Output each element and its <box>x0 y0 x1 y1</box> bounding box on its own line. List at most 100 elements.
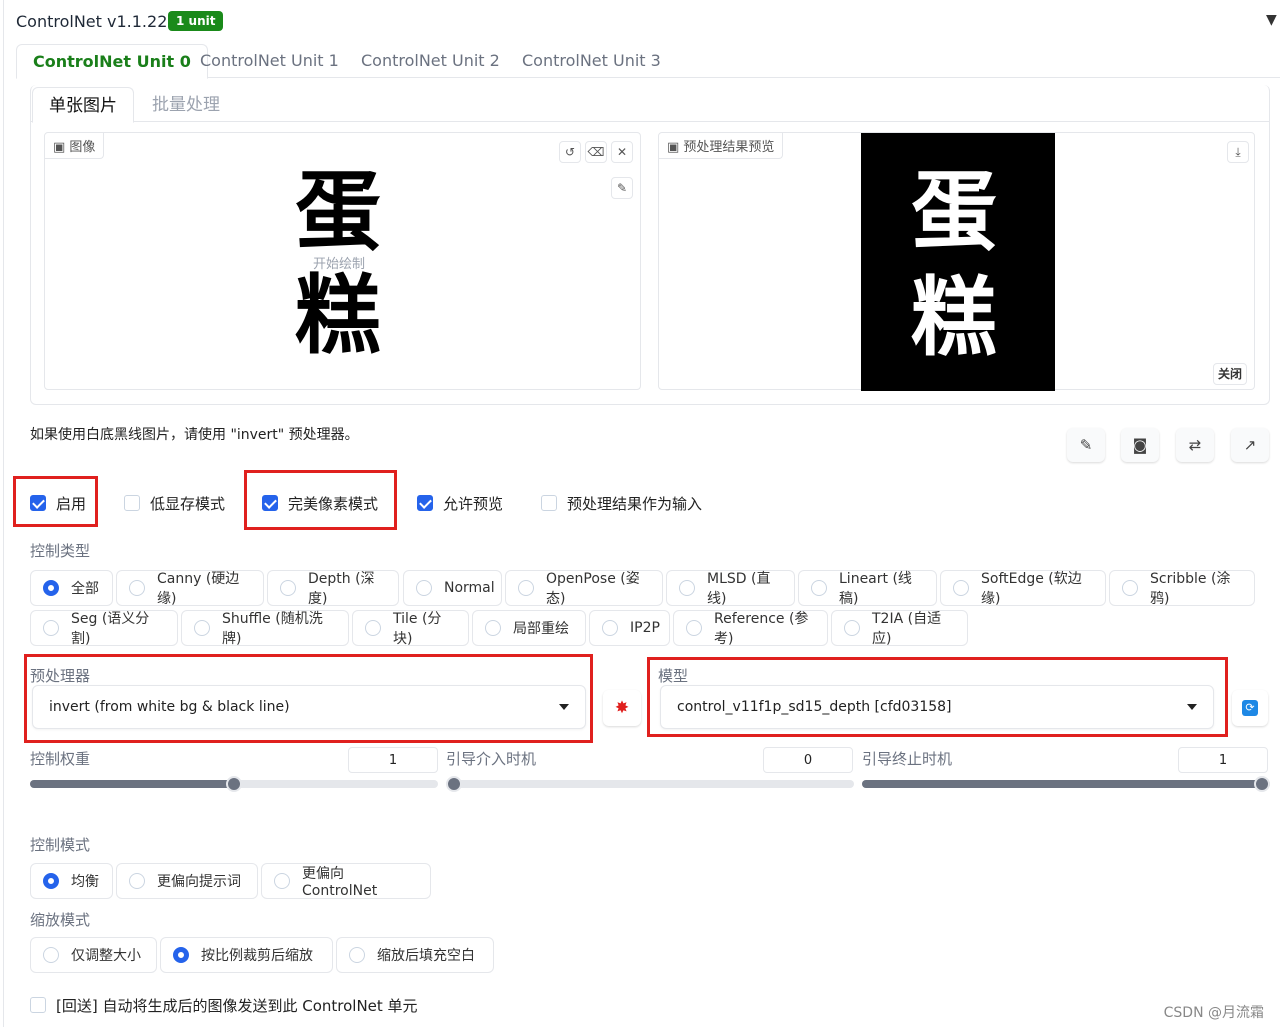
radio-dot[interactable] <box>811 580 827 596</box>
tab-unit-1[interactable]: ControlNet Unit 1 <box>184 44 355 79</box>
control-type-tile[interactable]: Tile (分块) <box>352 610 469 647</box>
radio-dot[interactable] <box>43 873 59 889</box>
radio-label: 缩放后填充空白 <box>377 948 475 964</box>
checkbox-mark[interactable] <box>417 495 433 511</box>
low-vram-checkbox[interactable]: 低显存模式 <box>124 493 225 513</box>
guidance-end-input[interactable]: 1 <box>1178 747 1268 773</box>
radio-label: Scribble (涂鸦) <box>1150 571 1231 607</box>
download-icon[interactable]: ⤓ <box>1227 141 1249 163</box>
close-preview-button[interactable]: 关闭 <box>1213 363 1247 385</box>
radio-dot[interactable] <box>365 620 381 636</box>
radio-dot[interactable] <box>485 620 501 636</box>
radio-dot[interactable] <box>1122 580 1138 596</box>
input-image-canvas[interactable]: ▣ 图像 ↺ ⌫ ✕ ✎ 蛋 开始绘制 糕 <box>44 132 641 390</box>
allow-preview-checkbox[interactable]: 允许预览 <box>417 493 503 513</box>
resize-mode-just-resize[interactable]: 仅调整大小 <box>30 937 157 973</box>
control-mode-controlnet[interactable]: 更偏向 ControlNet <box>261 863 431 899</box>
control-type-mlsd[interactable]: MLSD (直线) <box>666 570 795 607</box>
control-weight-slider[interactable] <box>30 776 438 792</box>
radio-label: 更偏向提示词 <box>157 874 241 890</box>
control-mode-label: 控制模式 <box>30 836 91 854</box>
control-type-seg[interactable]: Seg (语义分割) <box>30 610 178 647</box>
control-type-normal[interactable]: Normal <box>403 570 502 606</box>
radio-label: SoftEdge (软边缘) <box>981 571 1082 607</box>
tab-batch[interactable]: 批量处理 <box>136 87 236 123</box>
loopback-checkbox[interactable]: [回送] 自动将生成后的图像发送到此 ControlNet 单元 <box>30 995 418 1015</box>
triangle-down-icon[interactable]: ▼ <box>1266 12 1277 28</box>
radio-label: Normal <box>444 580 495 596</box>
tab-unit-3[interactable]: ControlNet Unit 3 <box>506 44 677 79</box>
radio-dot[interactable] <box>953 580 969 596</box>
control-type-lineart[interactable]: Lineart (线稿) <box>798 570 937 607</box>
preprocessor-as-input-checkbox[interactable]: 预处理结果作为输入 <box>541 493 702 513</box>
undo-icon[interactable]: ↺ <box>559 141 581 163</box>
radio-dot[interactable] <box>43 580 59 596</box>
radio-label: Seg (语义分割) <box>71 611 150 647</box>
control-type-softedge[interactable]: SoftEdge (软边缘) <box>940 570 1106 607</box>
control-type-depth[interactable]: Depth (深度) <box>267 570 399 607</box>
preview-label: ▣ 预处理结果预览 <box>659 133 784 159</box>
mode-tabbar: 单张图片 批量处理 <box>30 87 1270 123</box>
tab-single-image[interactable]: 单张图片 <box>32 87 134 123</box>
control-type-ip2p[interactable]: IP2P <box>589 610 670 646</box>
radio-dot[interactable] <box>686 620 702 636</box>
resize-mode-crop[interactable]: 按比例裁剪后缩放 <box>160 937 333 973</box>
radio-dot[interactable] <box>129 580 145 596</box>
radio-dot[interactable] <box>173 947 189 963</box>
invert-hint: 如果使用白底黑线图片，请使用 "invert" 预处理器。 <box>30 427 359 443</box>
run-preprocessor-icon[interactable]: ✸ <box>603 690 641 726</box>
swap-icon[interactable]: ⇄ <box>1176 428 1214 462</box>
control-type-t2ia[interactable]: T2IA (自适应) <box>831 610 968 647</box>
tab-unit-0[interactable]: ControlNet Unit 0 <box>16 44 208 79</box>
checkbox-mark[interactable] <box>30 997 46 1013</box>
guidance-end-slider[interactable] <box>862 776 1270 792</box>
radio-dot[interactable] <box>194 620 210 636</box>
control-type-all[interactable]: 全部 <box>30 570 113 606</box>
radio-dot[interactable] <box>602 620 618 636</box>
camera-icon[interactable]: ◙ <box>1121 428 1159 462</box>
slider-handle[interactable] <box>226 776 242 792</box>
control-weight-input[interactable]: 1 <box>348 747 438 773</box>
radio-dot[interactable] <box>274 873 290 889</box>
resize-mode-fill[interactable]: 缩放后填充空白 <box>336 937 494 973</box>
control-type-shuffle[interactable]: Shuffle (随机洗牌) <box>181 610 349 647</box>
edit-icon[interactable]: ✎ <box>1067 428 1105 462</box>
guidance-start-slider[interactable] <box>446 776 854 792</box>
radio-dot[interactable] <box>518 580 534 596</box>
control-type-reference[interactable]: Reference (参考) <box>673 610 828 647</box>
panel-title[interactable]: ControlNet v1.1.224 <box>16 12 178 31</box>
refresh-models-button[interactable]: ⟳ <box>1232 690 1268 726</box>
radio-dot[interactable] <box>129 873 145 889</box>
radio-label: 均衡 <box>71 874 99 890</box>
highlight-enable <box>13 476 98 527</box>
radio-dot[interactable] <box>280 580 296 596</box>
radio-label: Lineart (线稿) <box>839 571 912 607</box>
slider-handle[interactable] <box>446 776 462 792</box>
radio-label: 局部重绘 <box>513 621 569 637</box>
control-type-canny[interactable]: Canny (硬边缘) <box>116 570 264 607</box>
checkbox-mark[interactable] <box>541 495 557 511</box>
close-icon[interactable]: ✕ <box>611 141 633 163</box>
radio-dot[interactable] <box>679 580 695 596</box>
control-mode-prompt[interactable]: 更偏向提示词 <box>116 863 258 899</box>
radio-dot[interactable] <box>43 620 59 636</box>
control-mode-balanced[interactable]: 均衡 <box>30 863 113 899</box>
slider-handle[interactable] <box>1254 776 1270 792</box>
control-type-openpose[interactable]: OpenPose (姿态) <box>505 570 663 607</box>
checkbox-mark[interactable] <box>124 495 140 511</box>
control-type-inpaint[interactable]: 局部重绘 <box>472 610 586 646</box>
image-icon: ▣ <box>667 140 684 155</box>
radio-dot[interactable] <box>349 947 365 963</box>
control-type-scribble[interactable]: Scribble (涂鸦) <box>1109 570 1255 607</box>
radio-label: MLSD (直线) <box>707 571 771 607</box>
radio-dot[interactable] <box>43 947 59 963</box>
radio-label: T2IA (自适应) <box>872 611 942 647</box>
brush-icon[interactable]: ✎ <box>611 177 633 199</box>
guidance-start-input[interactable]: 0 <box>763 747 853 773</box>
eraser-icon[interactable]: ⌫ <box>585 141 607 163</box>
tab-unit-2[interactable]: ControlNet Unit 2 <box>345 44 516 79</box>
radio-dot[interactable] <box>416 580 432 596</box>
send-dimensions-icon[interactable]: ↗ <box>1231 428 1269 462</box>
highlight-preprocessor <box>24 654 593 743</box>
radio-dot[interactable] <box>844 620 860 636</box>
